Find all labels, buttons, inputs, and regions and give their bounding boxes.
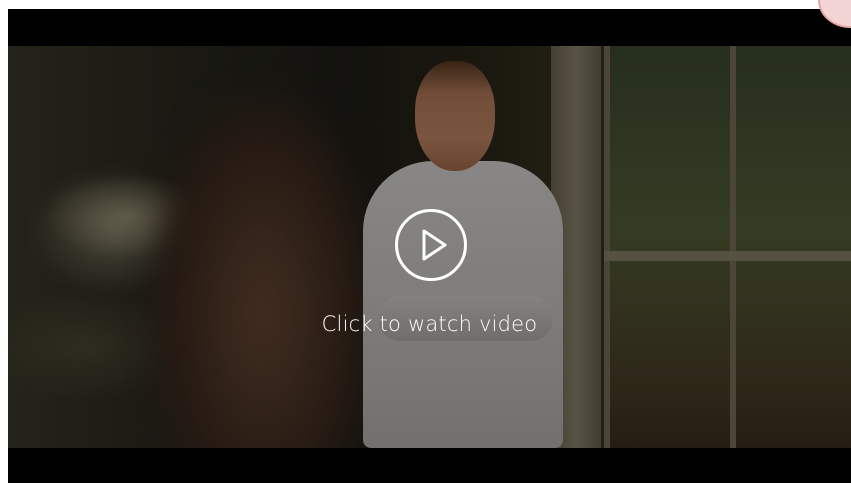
play-button[interactable] (395, 209, 467, 281)
play-icon (422, 229, 447, 261)
video-player[interactable]: Click to watch video (8, 9, 851, 483)
watch-video-label[interactable]: Click to watch video (8, 312, 851, 336)
